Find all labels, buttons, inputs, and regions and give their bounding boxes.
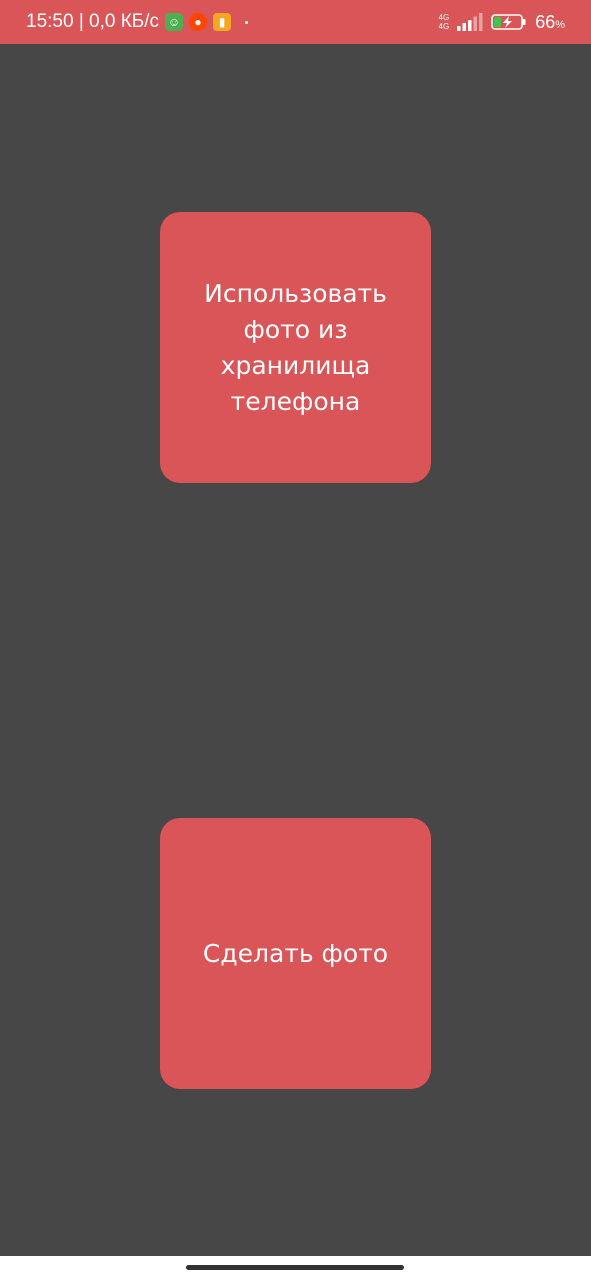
use-phone-storage-photo-button[interactable]: Использовать фото из хранилища телефона [160, 212, 431, 483]
take-photo-button[interactable]: Сделать фото [160, 818, 431, 1089]
network-type-top: 4G [438, 13, 450, 22]
status-time-speed: 15:50 | 0,0 КБ/с [26, 11, 160, 32]
gesture-navigation-bar [0, 1256, 591, 1280]
signal-strength-icon [457, 13, 483, 31]
use-phone-storage-photo-label: Использовать фото из хранилища телефона [204, 278, 387, 416]
status-left: 15:50 | 0,0 КБ/с ☺ ● ▮ [26, 0, 249, 44]
more-notifications-dot-icon [245, 20, 249, 24]
battery-percent-value: 66 [535, 11, 556, 32]
messenger-app-icon: ☺ [165, 13, 184, 31]
reddit-icon: ● [189, 13, 208, 31]
status-right: 4G 4G 66% [439, 0, 565, 44]
home-indicator[interactable] [186, 1265, 404, 1270]
status-bar: 15:50 | 0,0 КБ/с ☺ ● ▮ 4G 4G 66% [0, 0, 591, 44]
notes-app-icon: ▮ [213, 13, 232, 31]
battery-percent: 66% [535, 12, 565, 33]
main-area: Использовать фото из хранилища телефона … [0, 44, 591, 1256]
network-type-bottom: 4G [438, 22, 450, 31]
take-photo-label: Сделать фото [202, 938, 389, 968]
battery-percent-unit: % [555, 18, 565, 31]
battery-charging-icon [491, 14, 526, 30]
network-type: 4G 4G [439, 13, 450, 31]
